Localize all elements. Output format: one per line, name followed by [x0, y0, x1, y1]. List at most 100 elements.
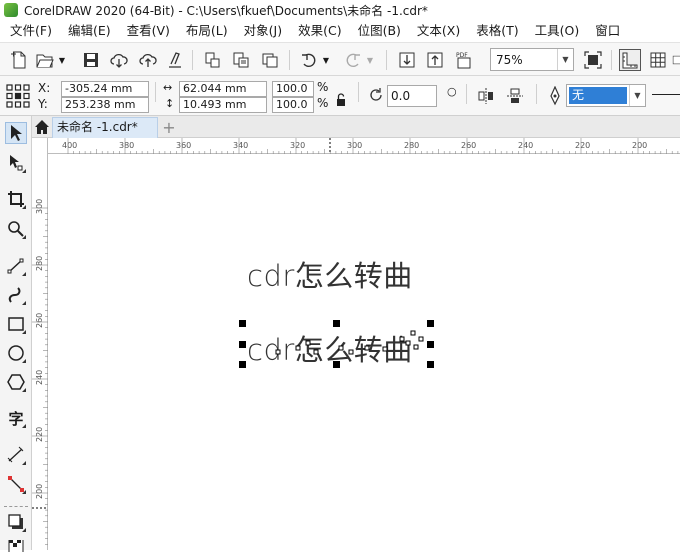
crop-tool[interactable] [5, 188, 27, 210]
new-icon [11, 51, 26, 69]
polygon-tool[interactable] [5, 371, 27, 393]
show-grid-button[interactable] [647, 49, 669, 71]
menu-edit[interactable]: 编辑(E) [60, 20, 119, 42]
open-folder-icon [36, 54, 54, 68]
cloud-download-button[interactable] [108, 49, 130, 71]
propbar-separator [466, 84, 467, 104]
welcome-screen-tab[interactable] [32, 116, 52, 138]
redo-dropdown-arrow[interactable]: ▼ [364, 49, 376, 71]
text-tool[interactable]: 字 [5, 407, 27, 429]
connector-tool[interactable] [5, 473, 27, 495]
y-position-field[interactable]: 253.238 mm [61, 97, 149, 113]
menu-window[interactable]: 窗口 [587, 20, 628, 42]
publish-button[interactable] [164, 49, 186, 71]
undo-button[interactable] [298, 49, 320, 71]
object-origin-button[interactable] [6, 84, 30, 108]
text-object-original[interactable]: cdr怎么转曲 [247, 253, 413, 295]
window-title: CorelDRAW 2020 (64-Bit) - C:\Users\fkuef… [24, 3, 428, 18]
import-button[interactable] [202, 49, 224, 71]
document-tab-label: 未命名 -1.cdr* [57, 120, 138, 134]
menu-object[interactable]: 对象(J) [236, 20, 290, 42]
width-icon: ↔ [163, 81, 173, 94]
width-field[interactable]: 62.044 mm [179, 81, 267, 97]
handle-middle-right [427, 341, 434, 348]
publish-pdf-button[interactable]: PDF [453, 49, 475, 71]
transparency-tool[interactable] [5, 540, 27, 552]
text-object-converted-curves[interactable]: cdr怎么转曲 [247, 327, 413, 369]
menu-bitmaps[interactable]: 位图(B) [350, 20, 409, 42]
new-document-tab-button[interactable]: + [160, 117, 178, 137]
chevron-down-icon[interactable]: ▼ [629, 85, 645, 106]
ellipse-tool[interactable] [5, 342, 27, 364]
drawing-canvas[interactable]: cdr怎么转曲 cdr怎么转曲 [49, 155, 680, 550]
toolbar-separator [192, 50, 193, 70]
show-rulers-button[interactable] [619, 49, 641, 71]
scale-width-field[interactable]: 100.0 [272, 81, 314, 97]
import-file-button[interactable] [396, 49, 418, 71]
undo-icon [302, 53, 316, 68]
artistic-media-tool[interactable] [5, 284, 27, 306]
plus-icon: + [162, 117, 176, 137]
height-field[interactable]: 10.493 mm [179, 97, 267, 113]
menu-effects[interactable]: 效果(C) [290, 20, 349, 42]
save-icon [84, 53, 98, 67]
menu-tools[interactable]: 工具(O) [527, 20, 588, 42]
publish-icon [169, 52, 181, 68]
horizontal-ruler[interactable]: 400 380 360 340 320 300 280 260 240 220 200 [48, 138, 680, 154]
open-button[interactable] [34, 49, 56, 71]
open-dropdown-arrow[interactable]: ▼ [56, 49, 68, 71]
drop-shadow-tool[interactable] [5, 511, 27, 533]
outline-width-value: 无 [569, 87, 627, 104]
menu-file[interactable]: 文件(F) [0, 20, 60, 42]
cloud-upload-button[interactable] [137, 49, 159, 71]
mirror-horizontal-button[interactable] [476, 86, 496, 106]
line-style-preview[interactable] [652, 94, 680, 95]
new-document-button[interactable] [8, 49, 30, 71]
v-ruler-label: 280 [35, 256, 44, 271]
zoom-tool[interactable] [5, 218, 27, 240]
export-button[interactable] [230, 49, 252, 71]
flyout-indicator [22, 205, 26, 209]
parallel-dimension-tool[interactable] [5, 444, 27, 466]
outline-width-combobox[interactable]: 无 ▼ [566, 84, 646, 107]
coreldraw-logo-icon [4, 3, 18, 17]
menu-view[interactable]: 查看(V) [119, 20, 178, 42]
redo-icon [346, 53, 360, 68]
v-ruler-label: 220 [35, 427, 44, 442]
mirror-horizontal-icon [478, 88, 493, 104]
rectangle-tool[interactable] [5, 313, 27, 335]
rotation-angle-field[interactable]: 0.0 [387, 85, 437, 107]
height-icon: ↕ [165, 97, 175, 110]
chevron-down-icon[interactable]: ▼ [557, 49, 573, 70]
lock-ratio-button[interactable] [334, 92, 348, 108]
copy-properties-button[interactable] [259, 49, 281, 71]
mirror-vertical-button[interactable] [505, 86, 525, 106]
flyout-indicator [22, 388, 26, 392]
undo-dropdown-arrow[interactable]: ▼ [320, 49, 332, 71]
h-ruler-label: 300 [347, 141, 362, 150]
redo-button[interactable] [342, 49, 364, 71]
freehand-tool[interactable] [5, 255, 27, 277]
snap-button[interactable] [672, 49, 680, 71]
document-tab[interactable]: 未命名 -1.cdr* [52, 117, 158, 138]
menu-layout[interactable]: 布局(L) [178, 20, 236, 42]
outline-pen-icon [546, 85, 564, 106]
x-position-field[interactable]: -305.24 mm [61, 81, 149, 97]
mirror-vertical-icon [507, 88, 523, 103]
flyout-indicator [22, 169, 26, 173]
shape-tool[interactable] [5, 152, 27, 174]
full-screen-preview-button[interactable] [582, 49, 604, 71]
vertical-ruler[interactable]: 300 280 260 240 220 200 [32, 138, 48, 550]
menu-table[interactable]: 表格(T) [468, 20, 526, 42]
zoom-level-combobox[interactable]: 75% ▼ [490, 48, 574, 71]
menu-text[interactable]: 文本(X) [409, 20, 468, 42]
export-file-button[interactable] [424, 49, 446, 71]
full-screen-icon [584, 51, 602, 69]
scale-height-field[interactable]: 100.0 [272, 97, 314, 113]
pick-tool[interactable] [5, 122, 27, 144]
h-ruler-label: 380 [119, 141, 134, 150]
cloud-icon [110, 53, 128, 68]
flyout-indicator [22, 301, 26, 305]
toolbox-divider [4, 506, 28, 507]
save-button[interactable] [80, 49, 102, 71]
